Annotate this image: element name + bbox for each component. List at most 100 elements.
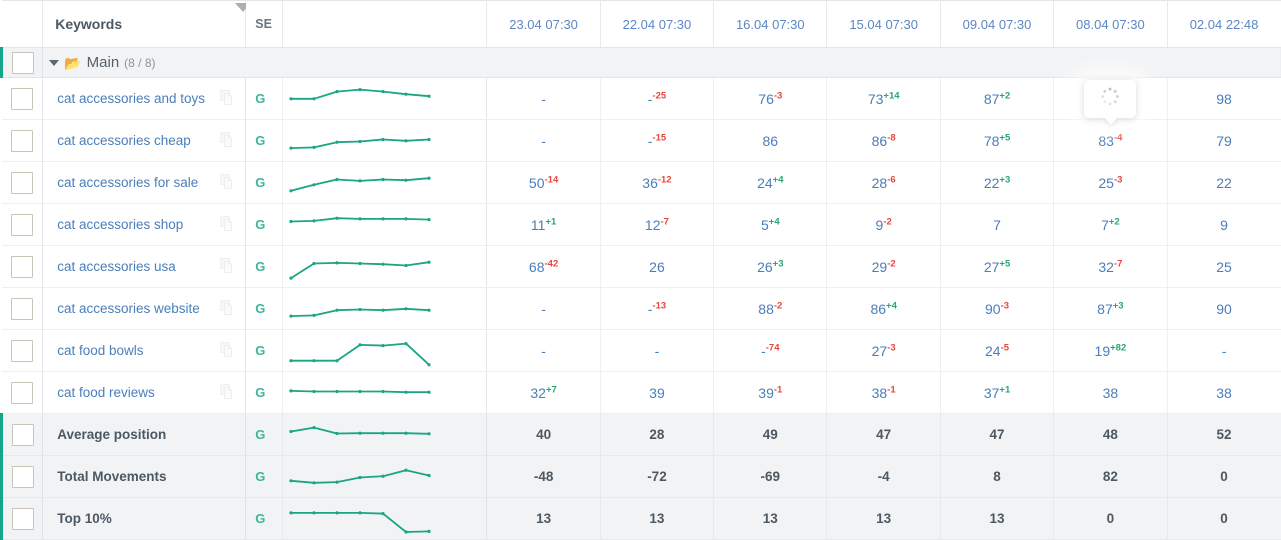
group-label-cell[interactable]: 📂 Main (8 / 8) bbox=[42, 47, 1281, 78]
rank-cell[interactable]: 25 bbox=[1167, 245, 1281, 288]
rank-cell[interactable]: 86+4 bbox=[826, 287, 941, 330]
rank-cell[interactable]: 36-12 bbox=[600, 161, 715, 204]
copy-icon[interactable] bbox=[220, 341, 235, 360]
rank-cell[interactable]: 39-1 bbox=[713, 371, 828, 414]
header-date-2[interactable]: 16.04 07:30 bbox=[713, 0, 828, 48]
header-keywords[interactable]: Keywords bbox=[42, 0, 252, 48]
rank-cell[interactable]: 12-7 bbox=[600, 203, 715, 246]
keyword-link[interactable]: cat accessories cheap bbox=[57, 133, 191, 148]
rank-cell[interactable]: 83-4 bbox=[1053, 119, 1168, 162]
copy-icon[interactable] bbox=[220, 131, 235, 150]
header-date-5[interactable]: 08.04 07:30 bbox=[1053, 0, 1168, 48]
rank-cell[interactable]: 38 bbox=[1167, 371, 1281, 414]
header-date-1[interactable]: 22.04 07:30 bbox=[600, 0, 715, 48]
rank-cell[interactable]: 68-42 bbox=[486, 245, 601, 288]
copy-icon[interactable] bbox=[220, 257, 235, 276]
rank-cell[interactable]: 19+82 bbox=[1053, 329, 1168, 372]
rank-cell[interactable]: 32-7 bbox=[1053, 245, 1168, 288]
rank-cell[interactable]: 38-1 bbox=[826, 371, 941, 414]
rank-cell[interactable]: 90-3 bbox=[940, 287, 1055, 330]
rank-cell[interactable]: --15 bbox=[600, 119, 715, 162]
rank-cell[interactable]: --74 bbox=[713, 329, 828, 372]
copy-icon[interactable] bbox=[220, 89, 235, 108]
rank-cell[interactable]: 28-6 bbox=[826, 161, 941, 204]
copy-icon[interactable] bbox=[220, 173, 235, 192]
table-row: cat food reviews G 32+7 39 39-1 38-1 37+1 38 38 bbox=[1, 371, 1281, 414]
rank-cell[interactable]: --13 bbox=[600, 287, 715, 330]
rank-cell[interactable]: 86-8 bbox=[826, 119, 941, 162]
header-date-0[interactable]: 23.04 07:30 bbox=[486, 0, 601, 48]
row-checkbox[interactable] bbox=[10, 255, 33, 278]
rank-cell[interactable]: 26+3 bbox=[713, 245, 828, 288]
rank-value: 86 bbox=[871, 132, 888, 149]
header-date-6[interactable]: 02.04 22:48 bbox=[1167, 0, 1281, 48]
summary-checkbox[interactable] bbox=[11, 507, 34, 530]
rank-cell[interactable]: 79 bbox=[1167, 119, 1281, 162]
keyword-link[interactable]: cat food bowls bbox=[57, 343, 143, 358]
copy-icon[interactable] bbox=[220, 383, 235, 402]
rank-cell[interactable]: --25 bbox=[600, 77, 715, 120]
row-checkbox[interactable] bbox=[10, 339, 33, 362]
keyword-link[interactable]: cat accessories for sale bbox=[57, 175, 198, 190]
row-checkbox[interactable] bbox=[10, 129, 33, 152]
rank-cell[interactable]: 9 bbox=[1167, 203, 1281, 246]
row-checkbox[interactable] bbox=[10, 297, 33, 320]
keyword-link[interactable]: cat food reviews bbox=[57, 385, 155, 400]
rank-cell[interactable]: 98 bbox=[1167, 77, 1281, 120]
rank-cell[interactable]: 7 bbox=[940, 203, 1055, 246]
rank-cell[interactable]: 39 bbox=[600, 371, 715, 414]
rank-cell[interactable]: 27-3 bbox=[826, 329, 941, 372]
rank-cell[interactable]: - bbox=[486, 287, 601, 330]
rank-cell[interactable]: 7+2 bbox=[1053, 203, 1168, 246]
rank-cell[interactable]: - bbox=[486, 329, 601, 372]
rank-delta: -3 bbox=[1000, 299, 1010, 311]
rank-cell[interactable]: 37+1 bbox=[940, 371, 1055, 414]
rank-cell[interactable]: 26 bbox=[600, 245, 715, 288]
group-checkbox[interactable] bbox=[11, 51, 34, 74]
copy-icon[interactable] bbox=[220, 299, 235, 318]
header-date-3[interactable]: 15.04 07:30 bbox=[826, 0, 941, 48]
rank-value: - bbox=[1221, 342, 1227, 359]
header-se[interactable]: SE bbox=[245, 0, 284, 48]
rank-cell[interactable]: 11+1 bbox=[486, 203, 601, 246]
rank-cell[interactable]: 29-2 bbox=[826, 245, 941, 288]
rank-cell[interactable]: 24-5 bbox=[940, 329, 1055, 372]
row-checkbox[interactable] bbox=[10, 171, 33, 194]
row-checkbox[interactable] bbox=[10, 87, 33, 110]
copy-icon[interactable] bbox=[220, 215, 235, 234]
summary-checkbox[interactable] bbox=[11, 465, 34, 488]
row-checkbox[interactable] bbox=[10, 381, 33, 404]
rank-cell[interactable]: - bbox=[1167, 329, 1281, 372]
rank-cell[interactable]: 90 bbox=[1167, 287, 1281, 330]
keyword-link[interactable]: cat accessories and toys bbox=[57, 91, 205, 106]
rank-cell[interactable]: 87+3 bbox=[1053, 287, 1168, 330]
keyword-link[interactable]: cat accessories usa bbox=[57, 259, 176, 274]
rank-cell[interactable]: 87+2 bbox=[940, 77, 1055, 120]
keyword-link[interactable]: cat accessories website bbox=[57, 301, 200, 316]
rank-cell[interactable]: 32+7 bbox=[486, 371, 601, 414]
rank-cell[interactable]: 24+4 bbox=[713, 161, 828, 204]
sparkline-chart bbox=[289, 388, 431, 394]
rank-cell[interactable]: 27+5 bbox=[940, 245, 1055, 288]
rank-cell[interactable]: 22+3 bbox=[940, 161, 1055, 204]
rank-cell[interactable]: 86 bbox=[713, 119, 828, 162]
rank-cell[interactable]: 76-3 bbox=[713, 77, 828, 120]
rank-cell[interactable]: 78+5 bbox=[940, 119, 1055, 162]
rank-cell[interactable]: 5+4 bbox=[713, 203, 828, 246]
rank-cell[interactable]: - bbox=[486, 77, 601, 120]
rank-cell[interactable]: 22 bbox=[1167, 161, 1281, 204]
rank-cell[interactable]: 9-2 bbox=[826, 203, 941, 246]
keyword-link[interactable]: cat accessories shop bbox=[57, 217, 183, 232]
summary-checkbox[interactable] bbox=[11, 423, 34, 446]
rank-cell[interactable]: 25-3 bbox=[1053, 161, 1168, 204]
rank-cell[interactable]: 38 bbox=[1053, 371, 1168, 414]
row-checkbox[interactable] bbox=[10, 213, 33, 236]
rank-cell[interactable]: - bbox=[486, 119, 601, 162]
summary-value-cell: -48 bbox=[486, 455, 601, 498]
rank-cell[interactable]: 50-14 bbox=[486, 161, 601, 204]
rank-cell[interactable]: 73+14 bbox=[826, 77, 941, 120]
rank-cell[interactable]: 88-2 bbox=[713, 287, 828, 330]
header-date-4[interactable]: 09.04 07:30 bbox=[940, 0, 1055, 48]
rank-cell[interactable]: - bbox=[600, 329, 715, 372]
chevron-down-icon[interactable] bbox=[49, 59, 60, 66]
